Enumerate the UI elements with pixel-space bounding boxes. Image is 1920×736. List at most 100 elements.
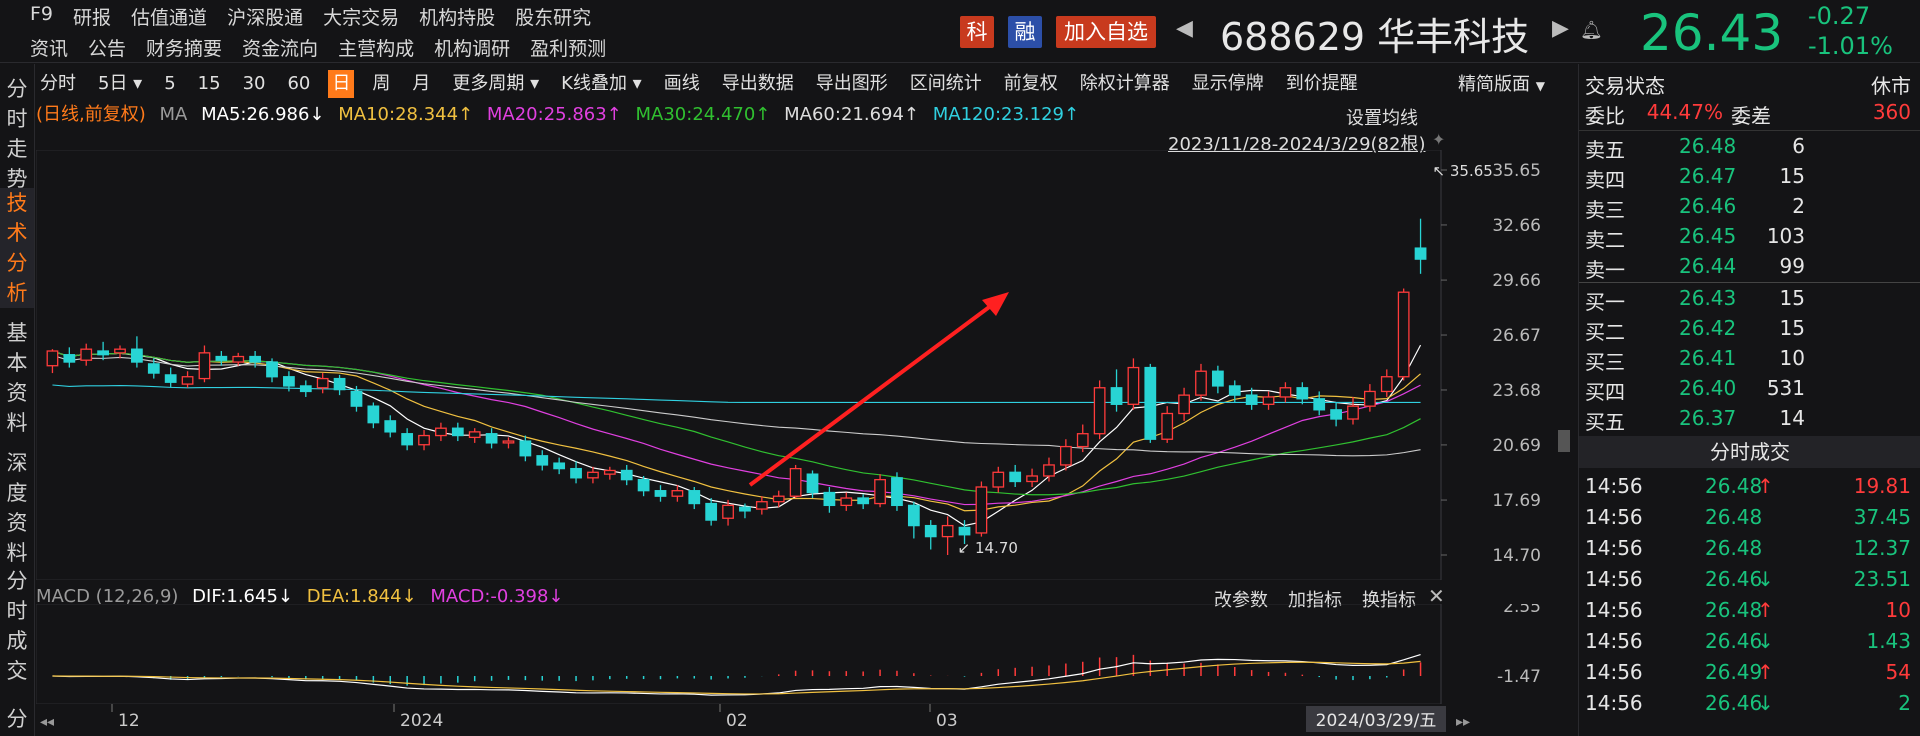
period-tab-15[interactable]: 前复权 [1000,70,1062,98]
left-tab-2[interactable]: 基本资料 [0,318,34,438]
period-tab-5[interactable]: 60 [283,70,314,98]
next-stock-icon[interactable]: ▶ [1552,16,1569,41]
candle-body [755,501,768,510]
menu-item2-3[interactable]: 资金流向 [242,34,318,61]
period-tab-9[interactable]: 更多周期 ▾ [448,70,543,98]
menu-item2-4[interactable]: 主营构成 [338,34,414,61]
bell-icon[interactable]: 🔔︎ [1580,20,1603,41]
trade-row-cell: 19.81 [1853,474,1911,498]
menu-item2-1[interactable]: 公告 [88,34,126,61]
candle-body [587,471,599,479]
left-tab-4[interactable]: 分时成交 [0,566,34,686]
candle-body [958,526,971,536]
period-tab-6[interactable]: 日 [328,70,355,98]
bid-row: 买一 26.43 15 [1579,284,1920,314]
dea-line [52,660,1421,695]
candle-body [891,477,903,507]
bid-row-cell: 15 [1779,286,1805,310]
price-change: -0.27 [1808,2,1871,30]
period-tab-3[interactable]: 15 [194,70,225,98]
candle-body [367,405,380,424]
candle-body [468,431,481,439]
candle-body [114,348,126,354]
candle-body [63,354,76,363]
period-tab-17[interactable]: 显示停牌 [1188,70,1268,98]
candle-body [705,502,718,521]
ma60-value: MA60:21.694↑ [784,104,920,125]
period-tab-2[interactable]: 5 [160,70,179,98]
left-tab-3[interactable]: 深度资料 [0,448,34,568]
bid-row: 买二 26.42 15 [1579,314,1920,344]
menu-item-4[interactable]: 大宗交易 [323,3,399,30]
menu-item-3[interactable]: 沪深股通 [227,3,303,30]
macd-chart[interactable]: 2.55 -1.47 [36,604,1556,704]
trade-row: 14:56 26.48 ↑ 19.81 [1579,472,1920,502]
price-tick-label: 17.69 [1492,491,1541,511]
period-tab-8[interactable]: 月 [408,70,434,98]
menu-item-1[interactable]: 研报 [73,3,111,30]
star-market-tag[interactable]: 科 [960,16,994,48]
left-vertical-tabs: 分时走势技术分析基本资料深度资料分时成交分 [0,64,35,736]
bid-row: 买三 26.41 10 [1579,344,1920,374]
menu-item-2[interactable]: 估值通道 [131,3,207,30]
period-tab-10[interactable]: K线叠加 ▾ [557,70,646,98]
period-tab-7[interactable]: 周 [368,70,394,98]
candle-body [215,355,228,361]
x-tick-label: 12 [118,711,140,731]
trade-row: 14:56 26.48 12.37 [1579,534,1920,564]
trade-row: 14:56 26.48 ↑ 10 [1579,596,1920,626]
menu-item2-6[interactable]: 盈利预测 [530,34,606,61]
layout-mode-button[interactable]: 精简版面 ▼ [1458,70,1545,96]
left-tab-5[interactable]: 分 [0,704,34,734]
candle-body [198,352,211,380]
candle-body [1228,385,1241,396]
candle-body [401,433,414,446]
menu-item-6[interactable]: 股东研究 [515,3,591,30]
period-tab-4[interactable]: 30 [239,70,270,98]
prev-stock-icon[interactable]: ◀ [1176,16,1193,41]
candle-body [637,479,650,492]
splitter-handle[interactable] [1558,430,1570,452]
candlestick-chart[interactable]: 35.65 32.66 29.66 26.67 23.68 20.69 17.69 14.70… [36,150,1556,580]
price-change-pct: -1.01% [1808,32,1893,60]
margin-trading-tag[interactable]: 融 [1008,16,1042,48]
add-watchlist-button[interactable]: 加入自选 [1056,16,1156,48]
candle-body [975,486,988,534]
period-tab-16[interactable]: 除权计算器 [1076,70,1174,98]
period-tab-11[interactable]: 画线 [660,70,704,98]
stock-title: 688629 华丰科技 [1220,15,1530,59]
period-tab-1[interactable]: 5日 ▾ [94,70,146,98]
candle-body [350,390,363,407]
left-tab-1[interactable]: 技术分析 [0,188,34,308]
x-tick-label: 02 [726,711,748,731]
candle-body [671,490,684,497]
menu-item-0[interactable]: F9 [30,3,53,30]
ma-settings-button[interactable]: 设置均线 [1346,104,1418,130]
menu-item2-5[interactable]: 机构调研 [434,34,510,61]
ask-row: 卖三 26.46 2 [1579,192,1920,222]
period-tab-12[interactable]: 导出数据 [718,70,798,98]
scroll-right-icon[interactable]: ▸▸ [1456,714,1470,730]
candle-body [283,376,295,387]
period-tab-13[interactable]: 导出图形 [812,70,892,98]
pin-icon[interactable]: ✦ [1432,130,1445,149]
ask-row-cell: 99 [1779,254,1805,278]
ask-row: 卖一 26.44 99 [1579,252,1920,282]
scroll-left-icon[interactable]: ◂◂ [40,714,54,730]
candle-body [553,462,566,470]
ma20-value: MA20:25.863↑ [486,104,622,125]
left-tab-0[interactable]: 分时走势 [0,74,34,194]
period-tab-14[interactable]: 区间统计 [906,70,986,98]
candle-body [620,469,633,481]
menu-item2-2[interactable]: 财务摘要 [146,34,222,61]
menu-item2-0[interactable]: 资讯 [30,34,68,61]
period-tab-0[interactable]: 分时 [36,70,80,98]
trade-row-cell: 37.45 [1853,505,1911,529]
ask-row: 卖五 26.48 6 [1579,132,1920,162]
menu-item-5[interactable]: 机构持股 [419,3,495,30]
price-tick-label: 26.67 [1492,326,1541,346]
period-tab-18[interactable]: 到价提醒 [1282,70,1362,98]
candle-body [1262,396,1275,405]
candle-body [789,467,802,497]
candle-body [485,433,498,444]
